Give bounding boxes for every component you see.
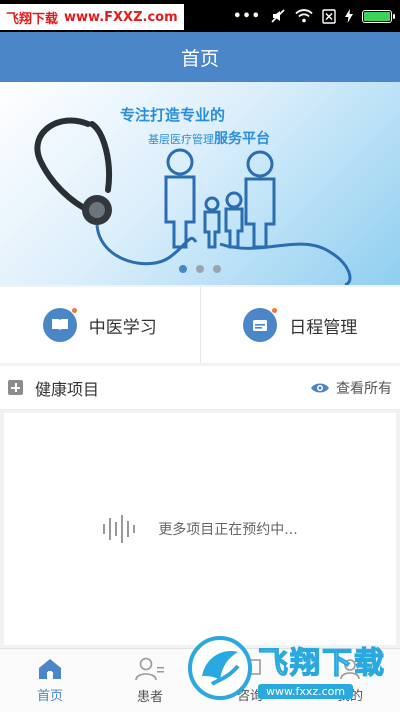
- health-projects-header: 健康项目 查看所有: [0, 366, 400, 410]
- battery-icon: [362, 9, 395, 23]
- quick-entries: 中医学习 日程管理: [0, 287, 400, 363]
- title-bar: 首页: [0, 32, 400, 82]
- notification-dot: [271, 307, 279, 314]
- view-all-link[interactable]: 查看所有: [310, 378, 392, 398]
- wifi-icon: [295, 9, 313, 23]
- signal-dots-icon: •••: [233, 8, 261, 24]
- eye-icon: [311, 383, 329, 392]
- empty-state-text: 更多项目正在预约中...: [158, 522, 298, 538]
- section-title: 健康项目: [35, 379, 100, 399]
- watermark-brand: 飞翔下载: [257, 645, 386, 681]
- watermark-logo-icon: [188, 636, 252, 700]
- watermark-brand: 飞翔下载: [6, 11, 59, 27]
- banner-subline-emphasis: 服务平台: [214, 131, 270, 147]
- battery-fill: [364, 11, 390, 21]
- patient-icon: [135, 657, 164, 680]
- carousel-indicator: [0, 265, 400, 273]
- watermark-url: www.fxxz.com: [258, 683, 354, 699]
- banner-headline: 专注打造专业的: [120, 106, 226, 124]
- home-icon: [39, 658, 61, 679]
- stethoscope-tube-icon: [34, 117, 95, 215]
- banner-subline-prefix: 基层医疗管理: [148, 133, 214, 146]
- quick-entry-schedule[interactable]: 日程管理: [199, 287, 400, 363]
- nav-label: 患者: [136, 689, 163, 705]
- banner-subline: 基层医疗管理服务平台: [148, 128, 270, 148]
- view-all-label: 查看所有: [336, 380, 392, 397]
- status-icons: •••: [233, 6, 395, 26]
- mute-icon: [271, 9, 285, 23]
- nav-item-home[interactable]: 首页: [0, 649, 100, 712]
- carousel-dot[interactable]: [179, 265, 187, 273]
- notification-dot: [70, 307, 78, 314]
- quick-entry-tcm-study[interactable]: 中医学习: [0, 287, 200, 363]
- carousel-dot[interactable]: [196, 265, 204, 273]
- page-title: 首页: [180, 47, 219, 70]
- carousel-dot[interactable]: [213, 265, 221, 273]
- book-icon: [42, 307, 78, 342]
- calendar-glyph-icon: [253, 320, 268, 331]
- watermark-top: 飞翔下载 www.FXXZ.com: [0, 4, 184, 30]
- sound-wave-icon: [103, 515, 136, 543]
- empty-state: 更多项目正在预约中...: [4, 413, 396, 645]
- calendar-icon: [243, 307, 279, 342]
- nav-item-patients[interactable]: 患者: [100, 649, 200, 712]
- book-glyph-icon: [51, 319, 68, 331]
- banner-carousel[interactable]: 专注打造专业的 基层医疗管理服务平台: [0, 82, 400, 285]
- plus-square-icon: [8, 380, 23, 395]
- watermark-url: www.FXXZ.com: [64, 9, 178, 25]
- watermark-bottom: 飞翔下载 www.fxxz.com: [188, 630, 400, 706]
- quick-entry-label: 中医学习: [88, 317, 157, 338]
- nav-label: 首页: [36, 688, 63, 704]
- charging-icon: [345, 9, 353, 23]
- watermark-texts: 飞翔下载 www.fxxz.com: [257, 638, 386, 699]
- sim-off-icon: [322, 8, 336, 24]
- family-outline-icon: [164, 148, 276, 249]
- status-bar: 飞翔下载 www.FXXZ.com •••: [0, 0, 400, 32]
- quick-entry-label: 日程管理: [289, 317, 358, 338]
